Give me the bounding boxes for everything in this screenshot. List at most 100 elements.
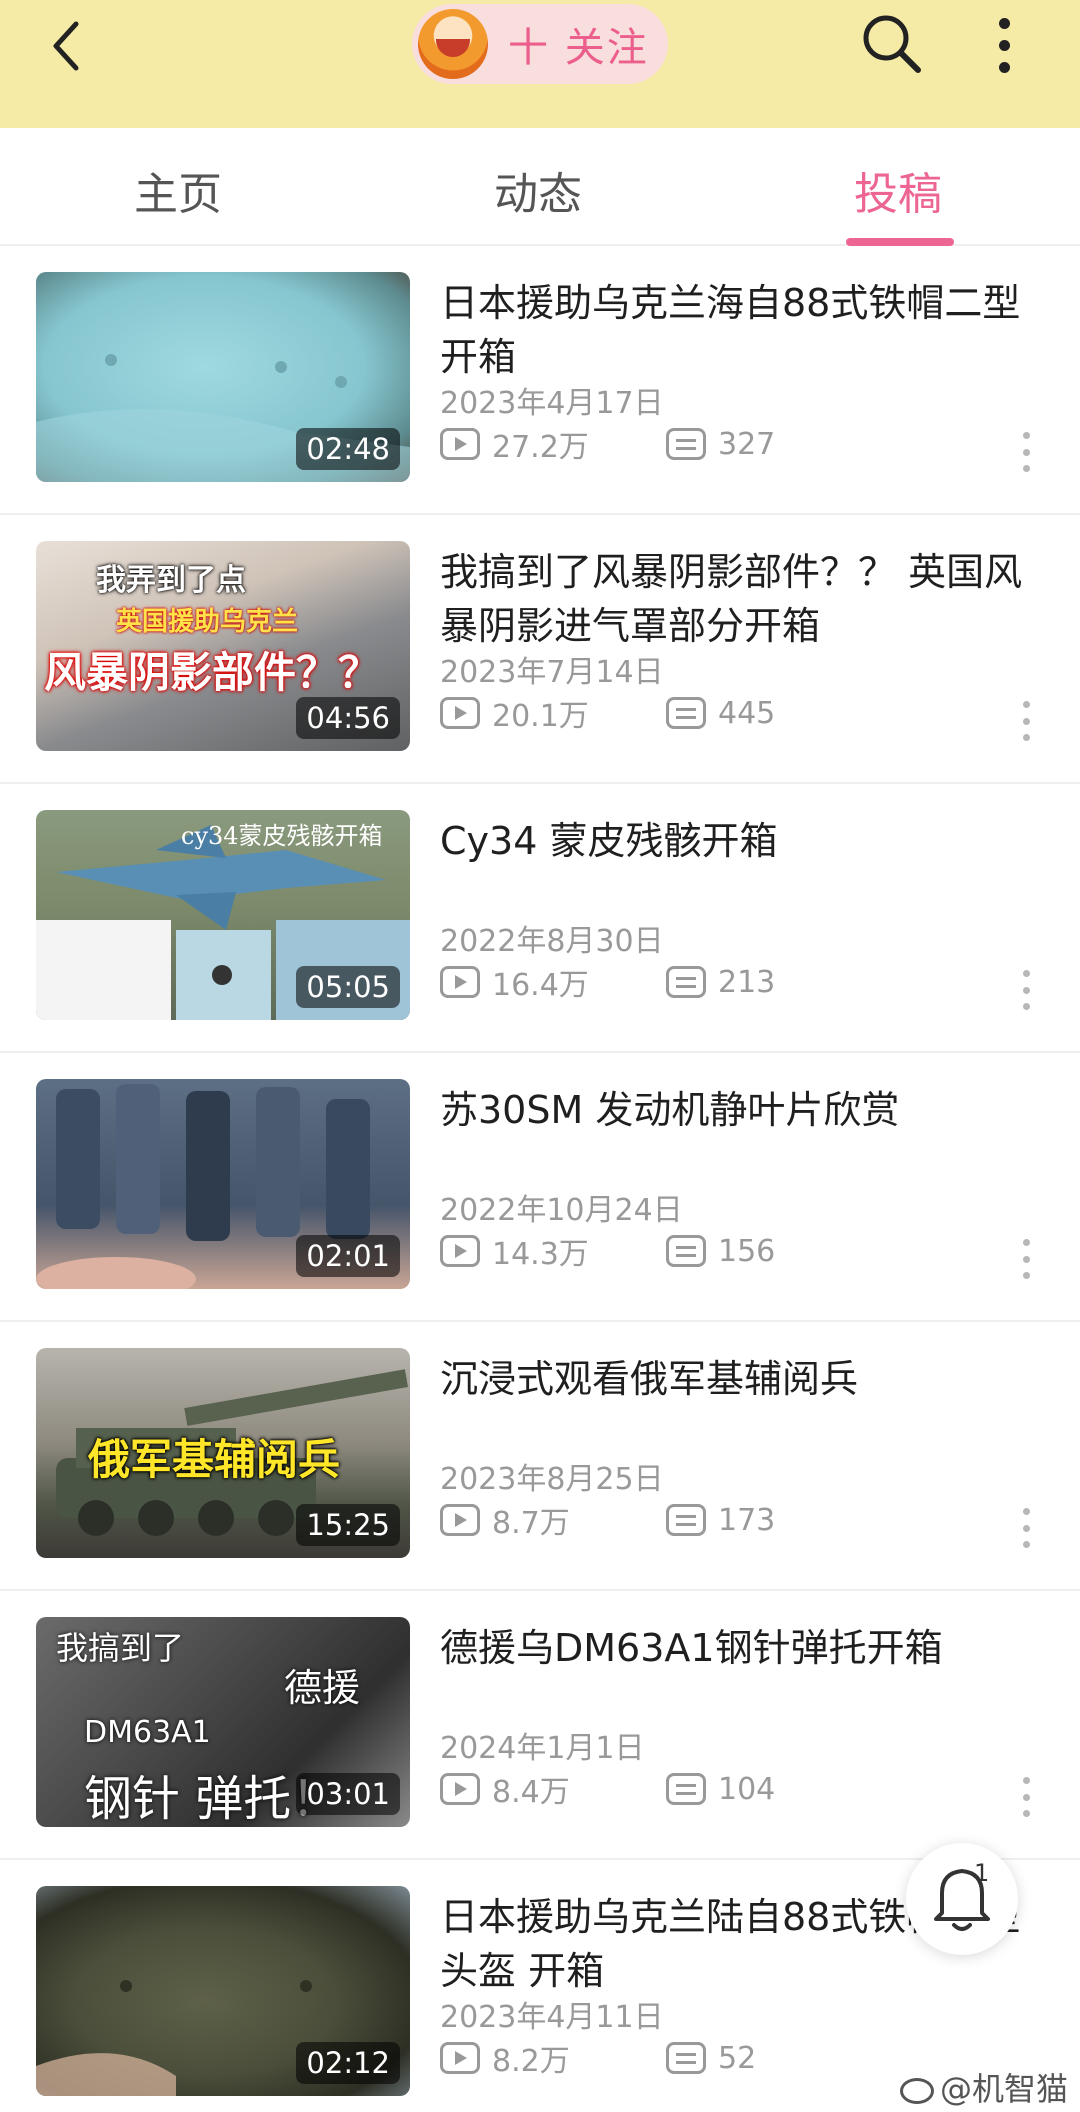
danmaku-count: 445 (666, 693, 775, 733)
danmaku-count-value: 52 (718, 2040, 757, 2076)
avatar (418, 9, 488, 79)
danmaku-icon (666, 1235, 706, 1267)
item-more-button[interactable] (1018, 432, 1034, 472)
danmaku-icon (666, 428, 706, 460)
danmaku-count-value: 104 (718, 1771, 776, 1807)
thumbnail-caption: 风暴阴影部件？？ (44, 648, 381, 697)
thumbnail-caption: 俄军基辅阅兵 (88, 1435, 341, 1484)
view-count: 8.2万 (440, 2038, 570, 2079)
danmaku-count-value: 445 (718, 695, 776, 731)
play-icon (440, 1235, 480, 1267)
video-thumbnail[interactable]: 02:48 (36, 272, 410, 482)
tab-uploads[interactable]: 投稿 (854, 158, 942, 222)
video-title[interactable]: 日本援助乌克兰海自88式铁帽二型 开箱 (440, 276, 1040, 384)
video-title[interactable]: 苏30SM 发动机静叶片欣赏 (440, 1083, 1040, 1137)
video-duration: 15:25 (296, 1504, 400, 1546)
video-title[interactable]: Cy34 蒙皮残骸开箱 (440, 814, 1040, 868)
list-item[interactable]: 俄军基辅阅兵 15:25 沉浸式观看俄军基辅阅兵 2023年8月25日 8.7万… (0, 1322, 1080, 1591)
view-count-value: 8.7万 (492, 1506, 570, 1541)
video-date: 2022年10月24日 (440, 1193, 683, 1228)
video-thumbnail[interactable]: 我弄到了点 英国援助乌克兰 风暴阴影部件？？ 04:56 (36, 541, 410, 751)
follow-label: 十 关注 (508, 25, 649, 71)
play-icon (440, 966, 480, 998)
play-icon (440, 1504, 480, 1536)
view-count-value: 16.4万 (492, 968, 589, 1003)
danmaku-count: 213 (666, 962, 775, 1002)
search-button[interactable] (858, 10, 924, 76)
video-duration: 02:12 (296, 2042, 400, 2084)
view-count: 27.2万 (440, 424, 589, 465)
list-item[interactable]: cy34蒙皮残骸开箱 05:05 Cy34 蒙皮残骸开箱 2022年8月30日 … (0, 784, 1080, 1053)
item-more-button[interactable] (1018, 970, 1034, 1010)
view-count: 8.4万 (440, 1769, 570, 1810)
view-count: 20.1万 (440, 693, 589, 734)
view-count-value: 8.2万 (492, 2044, 570, 2079)
danmaku-icon (666, 1773, 706, 1805)
video-date: 2023年4月11日 (440, 2000, 664, 2035)
play-icon (440, 697, 480, 729)
bell-icon (934, 1869, 990, 1931)
active-tab-indicator (846, 238, 954, 246)
video-duration: 04:56 (296, 697, 400, 739)
tab-activity[interactable]: 动态 (494, 158, 582, 222)
video-thumbnail[interactable]: cy34蒙皮残骸开箱 05:05 (36, 810, 410, 1020)
view-count: 16.4万 (440, 962, 589, 1003)
search-icon (863, 15, 921, 73)
video-date: 2023年8月25日 (440, 1462, 664, 1497)
video-title[interactable]: 德援乌DM63A1钢针弹托开箱 (440, 1621, 1040, 1675)
view-count: 14.3万 (440, 1231, 589, 1272)
list-item[interactable]: 02:01 苏30SM 发动机静叶片欣赏 2022年10月24日 14.3万 1… (0, 1053, 1080, 1322)
danmaku-count-value: 156 (718, 1233, 776, 1269)
thumbnail-caption: cy34蒙皮残骸开箱 (181, 822, 383, 850)
thumbnail-caption: 我搞到了 (56, 1629, 185, 1667)
watermark-text: @机智猫 (940, 2070, 1069, 2108)
item-more-button[interactable] (1018, 1508, 1034, 1548)
view-count-value: 27.2万 (492, 430, 589, 465)
back-button[interactable] (36, 16, 96, 76)
video-thumbnail[interactable]: 我搞到了 德援 DM63A1 钢针 弹托！ 03:01 (36, 1617, 410, 1827)
video-duration: 05:05 (296, 966, 400, 1008)
danmaku-count: 52 (666, 2038, 756, 2078)
top-bar: 十 关注 (0, 0, 1080, 128)
notification-count: 1 (974, 1859, 990, 1887)
video-duration: 02:01 (296, 1235, 400, 1277)
dot-icon (998, 39, 1010, 51)
video-duration: 02:48 (296, 428, 400, 470)
video-thumbnail[interactable]: 02:12 (36, 1886, 410, 2096)
follow-button[interactable]: 十 关注 (412, 4, 668, 84)
tab-home[interactable]: 主页 (134, 158, 222, 222)
video-title[interactable]: 我搞到了风暴阴影部件？？ 英国风暴阴影进气罩部分开箱 (440, 545, 1040, 653)
chevron-left-icon (53, 21, 79, 71)
view-count-value: 14.3万 (492, 1237, 589, 1272)
video-thumbnail[interactable]: 俄军基辅阅兵 15:25 (36, 1348, 410, 1558)
danmaku-count: 104 (666, 1769, 775, 1809)
view-count-value: 20.1万 (492, 699, 589, 734)
list-item[interactable]: 我搞到了 德援 DM63A1 钢针 弹托！ 03:01 德援乌DM63A1钢针弹… (0, 1591, 1080, 1860)
video-date: 2023年4月17日 (440, 386, 664, 421)
play-icon (440, 428, 480, 460)
danmaku-count: 327 (666, 424, 775, 464)
video-thumbnail[interactable]: 02:01 (36, 1079, 410, 1289)
thumbnail-caption: 德援 (284, 1666, 361, 1710)
video-title[interactable]: 沉浸式观看俄军基辅阅兵 (440, 1352, 1040, 1406)
weibo-icon (900, 2078, 934, 2104)
more-options-button[interactable] (986, 12, 1022, 78)
tab-bar: 主页 动态 投稿 (0, 128, 1080, 246)
notification-button[interactable]: 1 (906, 1843, 1018, 1955)
danmaku-icon (666, 697, 706, 729)
danmaku-icon (666, 1504, 706, 1536)
thumbnail-caption: DM63A1 (84, 1715, 211, 1750)
view-count-value: 8.4万 (492, 1775, 570, 1810)
list-item[interactable]: 02:48 日本援助乌克兰海自88式铁帽二型 开箱 2023年4月17日 27.… (0, 246, 1080, 515)
danmaku-count: 156 (666, 1231, 775, 1271)
danmaku-count-value: 213 (718, 964, 776, 1000)
play-icon (440, 2042, 480, 2074)
item-more-button[interactable] (1018, 1239, 1034, 1279)
item-more-button[interactable] (1018, 1777, 1034, 1817)
danmaku-count-value: 327 (718, 426, 776, 462)
video-duration: 03:01 (296, 1773, 400, 1815)
list-item[interactable]: 我弄到了点 英国援助乌克兰 风暴阴影部件？？ 04:56 我搞到了风暴阴影部件？… (0, 515, 1080, 784)
item-more-button[interactable] (1018, 701, 1034, 741)
danmaku-icon (666, 2042, 706, 2074)
view-count: 8.7万 (440, 1500, 570, 1541)
